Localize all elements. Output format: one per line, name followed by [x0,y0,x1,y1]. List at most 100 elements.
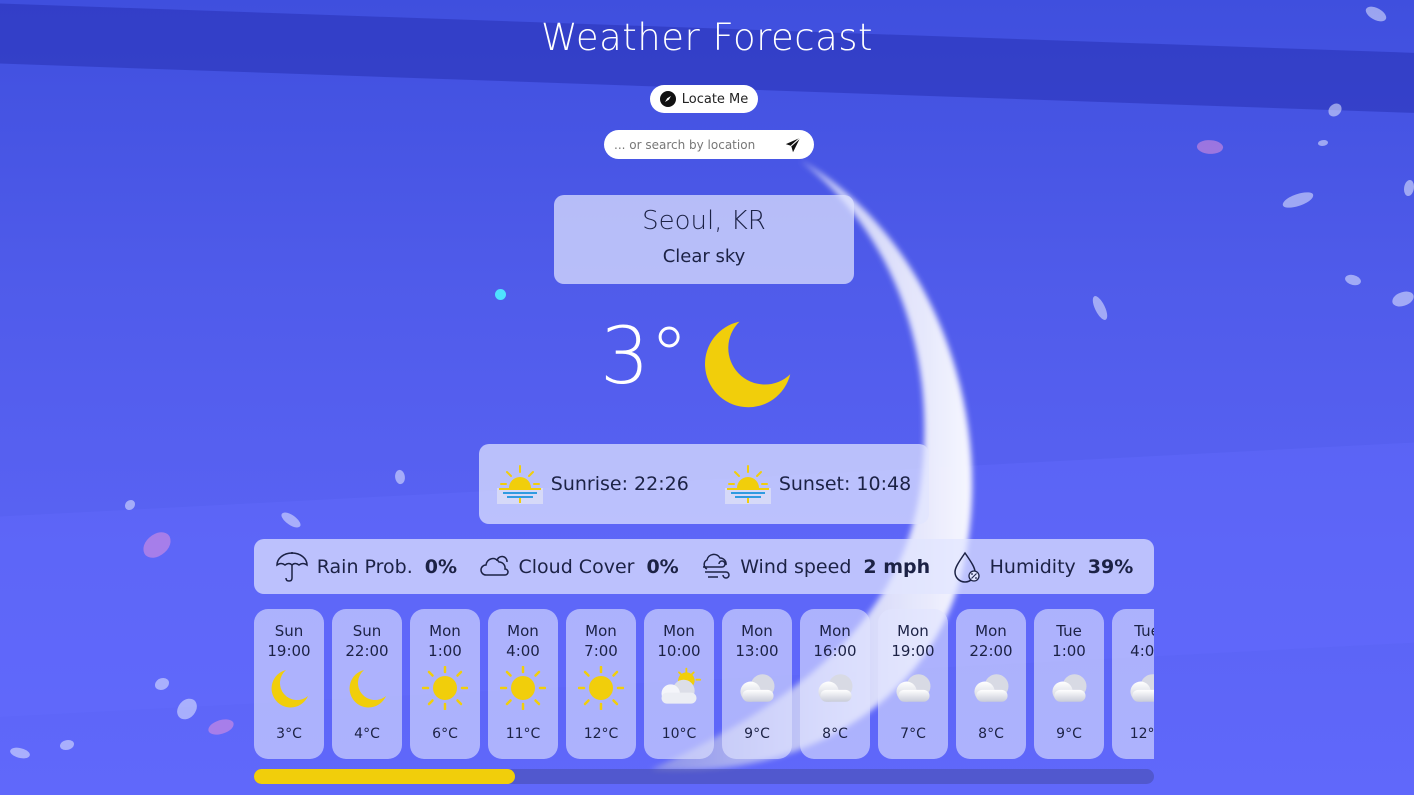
petal-decoration [1089,294,1111,322]
forecast-time: 19:00 [267,642,311,660]
forecast-day: Mon [663,622,695,640]
weather-stats-card: Rain Prob. 0% Cloud Cover 0% Wind speed … [254,539,1154,594]
hourly-forecast-list[interactable]: Sun 19:00 3°C Sun 22:00 4°C Mon 1:00 6°C Mon 4:00 1… [254,609,1154,759]
sunrise-info: Sunrise: 22:26 [496,464,689,504]
forecast-temperature: 8°C [978,726,1004,742]
forecast-temperature: 12°C [583,726,619,742]
stat-value: 0% [646,555,679,578]
petal-decoration [1390,290,1414,308]
hourly-forecast-item[interactable]: Tue 1:00 9°C [1034,609,1104,759]
sun-icon [578,666,624,710]
hourly-forecast-item[interactable]: Sun 22:00 4°C [332,609,402,759]
stat-rain-probability: Rain Prob. 0% [275,551,457,583]
forecast-time: 4:00 [506,642,540,660]
forecast-time: 19:00 [891,642,935,660]
petal-decoration [206,717,236,737]
forecast-temperature: 7°C [900,726,926,742]
forecast-time: 22:00 [969,642,1013,660]
sunrise-label: Sunrise: 22:26 [550,473,689,495]
forecast-day: Sun [352,622,382,640]
locate-me-button[interactable]: Locate Me [650,85,758,113]
hourly-forecast-item[interactable]: Mon 4:00 11°C [488,609,558,759]
hourly-forecast-item[interactable]: Mon 13:00 9°C [722,609,792,759]
sun-icon [500,666,546,710]
moon-icon [271,670,308,708]
stat-wind-speed: Wind speed 2 mph [700,553,930,581]
humidity-icon [953,551,980,583]
petal-decoration [1404,180,1414,196]
sun-icon [422,666,468,710]
decorative-dot [495,289,506,300]
scrollbar-thumb[interactable] [254,769,515,784]
petal-decoration [8,744,32,762]
page-title: Weather Forecast [540,16,874,59]
forecast-time: 22:00 [345,642,389,660]
weather-description: Clear sky [662,246,746,267]
hourly-forecast-item[interactable]: Mon 22:00 8°C [956,609,1026,759]
forecast-day: Mon [741,622,773,640]
petal-decoration [1195,137,1225,157]
cloud-icon [740,674,775,702]
forecast-day: Tue [1134,622,1154,640]
forecast-time: 16:00 [813,642,857,660]
hourly-forecast-item[interactable]: Mon 16:00 8°C [800,609,870,759]
stat-label: Humidity [989,555,1076,578]
forecast-time: 4:00 [1130,642,1154,660]
search-input[interactable] [604,137,769,152]
forecast-time: 13:00 [735,642,779,660]
forecast-temperature: 11°C [505,726,541,742]
current-temperature: 3° [600,312,689,402]
forecast-temperature: 10°C [661,726,697,742]
stat-label: Cloud Cover [518,555,635,578]
city-name: Seoul, KR [642,206,766,236]
forecast-temperature: 9°C [1056,726,1082,742]
forecast-time: 7:00 [584,642,618,660]
forecast-temperature: 12°C [1129,726,1154,742]
hourly-forecast-item[interactable]: Mon 19:00 7°C [878,609,948,759]
stat-humidity: Humidity 39% [952,551,1134,583]
partly-cloudy-icon [661,667,702,704]
forecast-day: Mon [819,622,851,640]
petal-decoration [60,740,74,750]
forecast-day: Mon [429,622,461,640]
sunrise-icon [496,465,543,504]
location-card: Seoul, KR Clear sky [554,195,854,284]
sunset-info: Sunset: 10:48 [724,464,911,504]
forecast-day: Mon [975,622,1007,640]
send-icon[interactable] [784,136,802,154]
hourly-forecast-item[interactable]: Mon 1:00 6°C [410,609,480,759]
crescent-moon-icon [705,321,791,408]
forecast-day: Sun [274,622,304,640]
forecast-temperature: 4°C [354,726,380,742]
stat-label: Rain Prob. [316,555,413,578]
umbrella-icon [275,551,308,582]
hourly-forecast-item[interactable]: Mon 10:00 10°C [644,609,714,759]
forecast-day: Mon [507,622,539,640]
forecast-temperature: 9°C [744,726,770,742]
petal-decoration [1280,190,1316,210]
forecast-time: 10:00 [657,642,701,660]
sun-times-card: Sunrise: 22:26 Sunset: 10:48 [479,444,929,524]
hourly-forecast-item[interactable]: Tue 4:00 12°C [1112,609,1154,759]
cloud-icon [1052,674,1087,702]
cloud-icon [896,674,931,702]
hourly-forecast-item[interactable]: Mon 7:00 12°C [566,609,636,759]
forecast-day: Tue [1056,622,1082,640]
search-bar [604,130,814,159]
stat-label: Wind speed [740,555,852,578]
compass-icon [659,91,676,107]
forecast-time: 1:00 [428,642,462,660]
petal-decoration [392,468,408,486]
forecast-temperature: 3°C [276,726,302,742]
sunset-icon [724,465,771,504]
moon-icon [349,670,386,708]
forecast-day: Mon [585,622,617,640]
wind-icon [703,553,730,579]
forecast-temperature: 8°C [822,726,848,742]
hourly-scrollbar[interactable] [254,769,1154,784]
hourly-forecast-item[interactable]: Sun 19:00 3°C [254,609,324,759]
cloud-icon [974,674,1009,702]
stat-cloud-cover: Cloud Cover 0% [479,553,679,581]
stat-value: 0% [424,555,458,578]
stat-value: 39% [1087,555,1134,578]
